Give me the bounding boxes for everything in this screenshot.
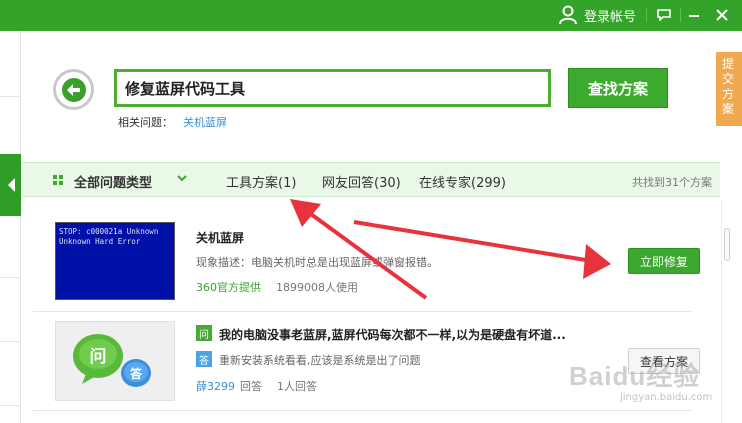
watermark-url: jingyan.baidu.com <box>620 392 713 403</box>
divider <box>0 341 21 342</box>
grid-icon <box>53 175 63 185</box>
related-questions: 相关问题： 关机蓝屏 <box>118 114 227 130</box>
related-label: 相关问题： <box>118 116 173 129</box>
tab-experts[interactable]: 在线专家(299) <box>419 172 506 191</box>
divider <box>0 277 21 278</box>
thumb-q-text: 问 <box>90 346 107 367</box>
left-sidebar <box>0 31 21 423</box>
sidebar-item-active[interactable] <box>0 154 21 216</box>
app-window: 登录帐号 修复蓝屏代码工具 查找方案 相关问题： 关机蓝屏 提 交 方 案 全部… <box>0 0 742 423</box>
answer-badge: 答 <box>196 351 212 367</box>
chevron-down-icon[interactable] <box>176 172 188 184</box>
result-source: 360官方提供 <box>196 281 261 294</box>
search-button[interactable]: 查找方案 <box>568 68 668 108</box>
watermark: Baidu经验 <box>569 361 701 391</box>
side-tab-char: 交 <box>722 72 735 86</box>
back-arrow-icon <box>61 77 86 102</box>
result-users: 1899008人使用 <box>276 281 358 294</box>
result-count: 共找到31个方案 <box>632 176 712 189</box>
close-icon[interactable] <box>710 3 734 27</box>
submit-solution-tab[interactable]: 提 交 方 案 <box>716 52 742 126</box>
result-description: 现象描述：电脑关机时总是出现蓝屏或弹窗报错。 <box>196 256 438 269</box>
fix-now-button[interactable]: 立即修复 <box>628 248 700 274</box>
answer-count: 1人回答 <box>277 380 317 393</box>
filter-bar: 全部问题类型 工具方案(1) 网友回答(30) 在线专家(299) 共找到31个… <box>22 162 720 197</box>
divider <box>0 405 21 406</box>
minimize-icon[interactable] <box>682 3 706 27</box>
arrow-left-icon <box>8 178 15 192</box>
answer-user[interactable]: 薛3299 <box>196 378 235 394</box>
result-answer: 重新安装系统看看,应该是系统是出了问题 <box>219 354 421 367</box>
login-button[interactable]: 登录帐号 <box>559 3 636 27</box>
login-label: 登录帐号 <box>584 9 637 25</box>
side-tab-char: 案 <box>722 102 735 116</box>
result-title[interactable]: 我的电脑没事老蓝屏,蓝屏代码每次都不一样,以为是硬盘有坏道... <box>219 326 566 343</box>
tab-answers[interactable]: 网友回答(30) <box>322 172 401 191</box>
all-types-dropdown[interactable]: 全部问题类型 <box>74 172 152 191</box>
back-button[interactable] <box>53 69 94 110</box>
qa-bubbles-icon: 问 答 <box>73 334 151 387</box>
answer-label: 回答 <box>240 380 262 393</box>
divider <box>646 8 647 22</box>
chat-icon[interactable] <box>652 3 676 27</box>
tab-tools[interactable]: 工具方案(1) <box>226 172 296 191</box>
divider <box>0 96 21 97</box>
divider <box>33 410 691 411</box>
scrollbar-thumb[interactable] <box>724 228 730 261</box>
side-tab-char: 方 <box>722 87 735 101</box>
side-tab-char: 提 <box>722 57 735 71</box>
search-input[interactable]: 修复蓝屏代码工具 <box>114 69 551 107</box>
bsod-thumbnail: STOP: c000021a Unknown Unknown Hard Erro… <box>55 222 175 300</box>
related-link[interactable]: 关机蓝屏 <box>183 116 227 129</box>
divider <box>680 8 681 22</box>
question-badge: 问 <box>196 325 212 341</box>
qa-thumbnail: 问 答 <box>55 321 175 401</box>
thumb-a-text: 答 <box>130 366 143 381</box>
user-icon <box>559 5 577 25</box>
divider <box>33 311 691 312</box>
result-title[interactable]: 关机蓝屏 <box>196 229 244 246</box>
